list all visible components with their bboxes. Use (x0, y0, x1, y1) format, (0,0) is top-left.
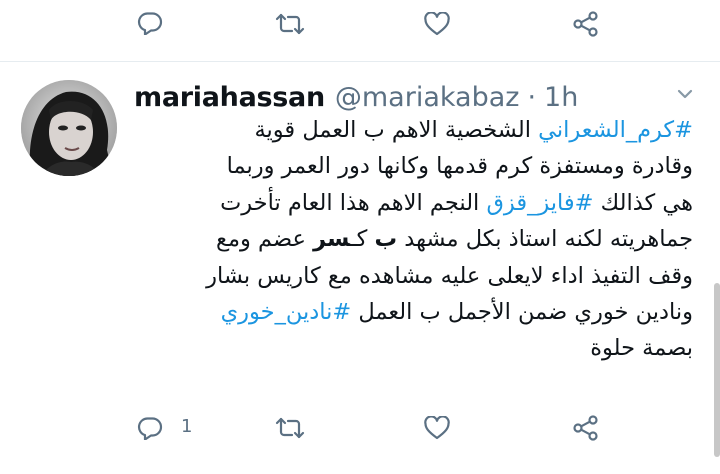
tweet-text-line: وقادرة ومستفزة كرم قدمها وكانها دور العم… (136, 148, 693, 184)
tweet-text-segment: جماهريته لكنه استاذ بكل مشهد (397, 226, 693, 253)
tweet-text-segment: وقف التفيذ اداء لايعلى عليه مشاهده مع كا… (206, 262, 693, 289)
more-options-icon[interactable] (676, 84, 694, 106)
display-name[interactable]: mariahassan (134, 82, 325, 113)
tweet-text-segment: ونادين خوري ضمن الأجمل ب العمل (351, 299, 693, 326)
hashtag-link[interactable]: #نادين_خوري (221, 299, 352, 325)
hashtag-link[interactable]: #كرم_الشعراني (538, 117, 693, 143)
avatar-photo (21, 80, 117, 176)
like-icon[interactable] (424, 416, 450, 440)
tweet-text-segment: هي كذالك (593, 189, 693, 216)
reply-count: 1 (181, 416, 193, 437)
hashtag-link[interactable]: #فايز_قزق (486, 190, 593, 216)
tweet-text-segment: كـ (350, 226, 375, 253)
tweet-text: #كرم_الشعراني الشخصية الاهم ب العمل قوية… (136, 112, 693, 367)
separator-dot: · (527, 81, 537, 113)
tweet-text-line: #كرم_الشعراني الشخصية الاهم ب العمل قوية (136, 112, 693, 148)
tweet-text-segment: بصمة حلوة (590, 335, 693, 362)
avatar[interactable] (21, 80, 117, 176)
tweet-text-segment: الشخصية الاهم ب العمل قوية (254, 117, 539, 143)
tweet-text-line: ونادين خوري ضمن الأجمل ب العمل #نادين_خو… (136, 294, 693, 330)
tweet-text-line: جماهريته لكنه استاذ بكل مشهد ب كـسر عضم … (136, 221, 693, 257)
retweet-icon[interactable] (275, 13, 305, 35)
scrollbar[interactable] (714, 283, 720, 457)
share-icon[interactable] (572, 415, 600, 441)
tweet-divider (0, 61, 720, 62)
reply-icon[interactable] (137, 416, 163, 440)
tweet-text-line: وقف التفيذ اداء لايعلى عليه مشاهده مع كا… (136, 258, 693, 294)
tweet-text-segment: النجم الاهم هذا العام تأخرت (220, 189, 487, 216)
tweet-text-segment: عضم ومع (216, 226, 314, 253)
tweet-text-line: بصمة حلوة (136, 330, 693, 366)
share-icon[interactable] (572, 11, 600, 37)
timestamp[interactable]: 1h (544, 82, 578, 113)
reply-icon[interactable] (137, 11, 163, 35)
tweet-text-line: هي كذالك #فايز_قزق النجم الاهم هذا العام… (136, 185, 693, 221)
user-handle[interactable]: @mariakabaz (335, 82, 520, 113)
bold-text: ب (374, 226, 398, 253)
tweet-text-segment: وقادرة ومستفزة كرم قدمها وكانها دور العم… (226, 153, 693, 180)
retweet-icon[interactable] (275, 417, 305, 439)
like-icon[interactable] (424, 12, 450, 36)
bold-text: سر (313, 226, 351, 253)
tweet-header: mariahassan @mariakabaz · 1h (134, 80, 578, 114)
